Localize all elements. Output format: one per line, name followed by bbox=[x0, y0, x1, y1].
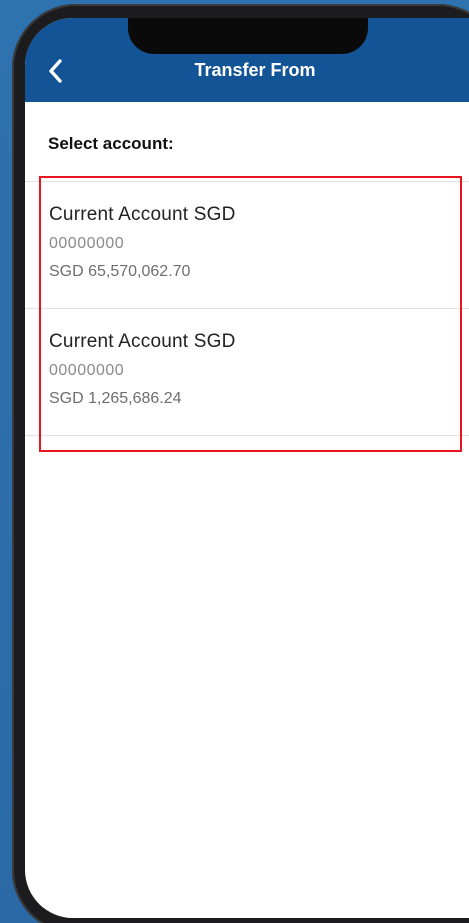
account-number: 00000000 bbox=[49, 235, 125, 252]
app-header: Transfer From bbox=[25, 18, 469, 102]
account-balance: SGD 65,570,062.70 bbox=[49, 263, 191, 280]
phone-screen: Transfer From Select account: Current Ac… bbox=[25, 18, 469, 918]
select-account-label: Select account: bbox=[48, 134, 174, 153]
back-button[interactable] bbox=[43, 56, 71, 86]
account-name: Current Account SGD bbox=[49, 331, 236, 352]
account-number: 00000000 bbox=[49, 362, 125, 379]
account-name: Current Account SGD bbox=[49, 204, 236, 225]
account-item[interactable]: Current Account SGD 00000000 SGD 1,265,6… bbox=[25, 309, 469, 436]
account-list: Current Account SGD 00000000 SGD 65,570,… bbox=[25, 182, 469, 436]
chevron-left-icon bbox=[49, 59, 62, 83]
page-title: Transfer From bbox=[194, 60, 316, 80]
account-balance: SGD 1,265,686.24 bbox=[49, 390, 182, 407]
phone-notch bbox=[128, 18, 368, 54]
background: Transfer From Select account: Current Ac… bbox=[0, 0, 469, 923]
account-item[interactable]: Current Account SGD 00000000 SGD 65,570,… bbox=[25, 182, 469, 309]
